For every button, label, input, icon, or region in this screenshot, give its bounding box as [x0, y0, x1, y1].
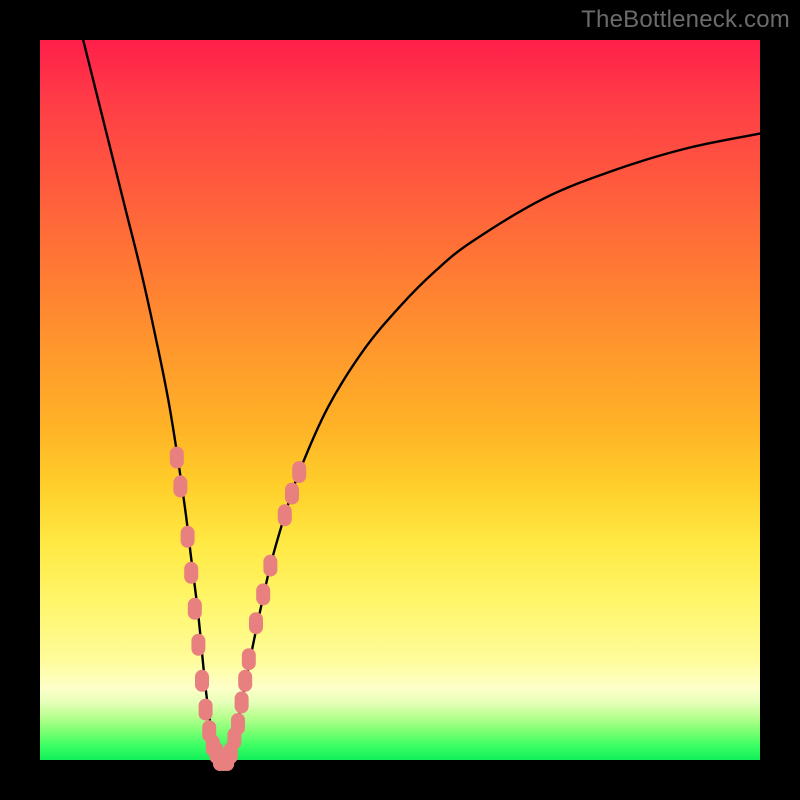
marker-dot — [199, 699, 213, 721]
marker-dot — [188, 598, 202, 620]
marker-dot — [184, 562, 198, 584]
marker-dot — [256, 583, 270, 605]
chart-svg — [40, 40, 760, 760]
marker-dot — [292, 461, 306, 483]
curve-markers — [170, 447, 306, 771]
bottleneck-curve — [83, 40, 760, 763]
marker-dot — [173, 475, 187, 497]
marker-dot — [263, 555, 277, 577]
marker-dot — [170, 447, 184, 469]
marker-dot — [195, 670, 209, 692]
marker-dot — [285, 483, 299, 505]
marker-dot — [235, 691, 249, 713]
marker-dot — [238, 670, 252, 692]
watermark-text: TheBottleneck.com — [581, 6, 790, 34]
marker-dot — [278, 504, 292, 526]
plot-area — [40, 40, 760, 760]
marker-dot — [242, 648, 256, 670]
marker-dot — [231, 713, 245, 735]
marker-dot — [181, 526, 195, 548]
outer-frame: TheBottleneck.com — [0, 0, 800, 800]
marker-dot — [191, 634, 205, 656]
marker-dot — [249, 612, 263, 634]
